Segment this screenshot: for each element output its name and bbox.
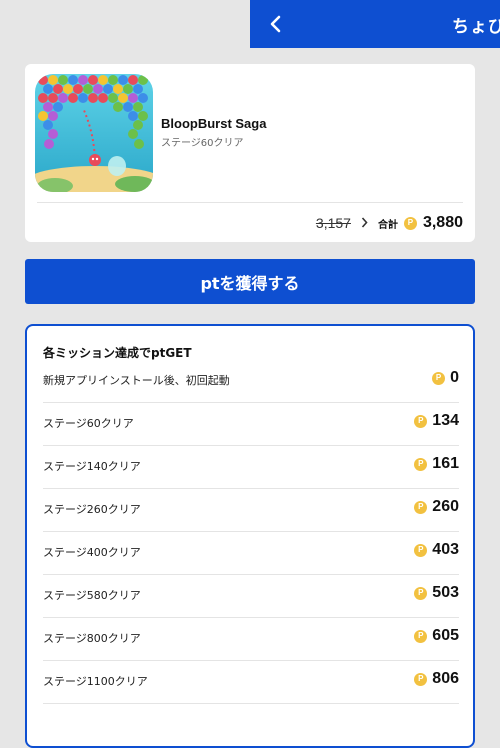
back-button[interactable]	[262, 10, 290, 38]
app-subtitle: ステージ60クリア	[161, 138, 244, 149]
chevron-right-icon	[361, 215, 368, 231]
mission-row: ステージ140クリア P 161	[43, 446, 459, 489]
point-coin-icon: P	[414, 629, 428, 643]
page-title: ちょびリッチ	[452, 17, 500, 37]
point-coin-icon: P	[414, 672, 428, 686]
mission-row: ステージ580クリア P 503	[43, 575, 459, 618]
app-name: BloopBurst Saga	[161, 116, 267, 131]
mission-label: ステージ260クリア	[43, 503, 141, 516]
mission-points: P 134	[414, 412, 459, 430]
app-card: BloopBurst Saga ステージ60クリア 3,157 合計 P 3,8…	[25, 64, 475, 242]
point-coin-icon: P	[414, 543, 428, 557]
mission-label: ステージ1100クリア	[43, 675, 148, 688]
mission-points: P 503	[414, 584, 459, 602]
get-points-button[interactable]: ptを獲得する	[25, 259, 475, 304]
old-price: 3,157	[315, 215, 351, 231]
mission-label: ステージ400クリア	[43, 546, 141, 559]
mission-points-value: 806	[432, 670, 459, 687]
mission-points: P 605	[414, 627, 459, 645]
app-icon[interactable]	[35, 74, 153, 192]
mission-points: P 0	[432, 369, 459, 387]
point-coin-icon: P	[414, 586, 428, 600]
point-coin-icon: P	[414, 414, 428, 428]
mission-points-value: 161	[432, 455, 459, 472]
divider	[37, 202, 463, 203]
mission-row: ステージ260クリア P 260	[43, 489, 459, 532]
mission-points: P 260	[414, 498, 459, 516]
chevron-left-icon	[270, 15, 281, 33]
divider	[43, 703, 459, 704]
mission-points-value: 403	[432, 541, 459, 558]
mission-points: P 161	[414, 455, 459, 473]
top-bar: ちょびリッチ	[250, 0, 500, 48]
mission-row: ステージ400クリア P 403	[43, 532, 459, 575]
point-coin-icon: P	[432, 371, 446, 385]
mission-points: P 403	[414, 541, 459, 559]
mission-label: ステージ60クリア	[43, 417, 134, 430]
point-coin-icon: P	[414, 457, 428, 471]
total-label: 合計	[377, 219, 398, 231]
mission-points: P 806	[414, 670, 459, 688]
mission-points-value: 0	[450, 369, 459, 386]
total-value: 3,880	[422, 214, 463, 231]
mission-label: ステージ140クリア	[43, 460, 141, 473]
point-coin-icon: P	[414, 500, 428, 514]
missions-heading: 各ミッション達成でptGET	[43, 346, 192, 360]
mission-label: ステージ580クリア	[43, 589, 141, 602]
mission-row: ステージ800クリア P 605	[43, 618, 459, 661]
price-row: 3,157 合計 P 3,880	[316, 212, 463, 234]
mission-points-value: 260	[432, 498, 459, 515]
mission-row: 新規アプリインストール後、初回起動 P 0	[43, 360, 459, 403]
mission-label: 新規アプリインストール後、初回起動	[43, 374, 230, 387]
mission-row: ステージ60クリア P 134	[43, 403, 459, 446]
missions-panel: 各ミッション達成でptGET 新規アプリインストール後、初回起動 P 0 ステー…	[25, 324, 475, 748]
mission-row: ステージ1100クリア P 806	[43, 661, 459, 704]
mission-points-value: 605	[432, 627, 459, 644]
mission-label: ステージ800クリア	[43, 632, 141, 645]
mission-points-value: 503	[432, 584, 459, 601]
point-coin-icon: P	[403, 216, 417, 230]
mission-points-value: 134	[432, 412, 459, 429]
